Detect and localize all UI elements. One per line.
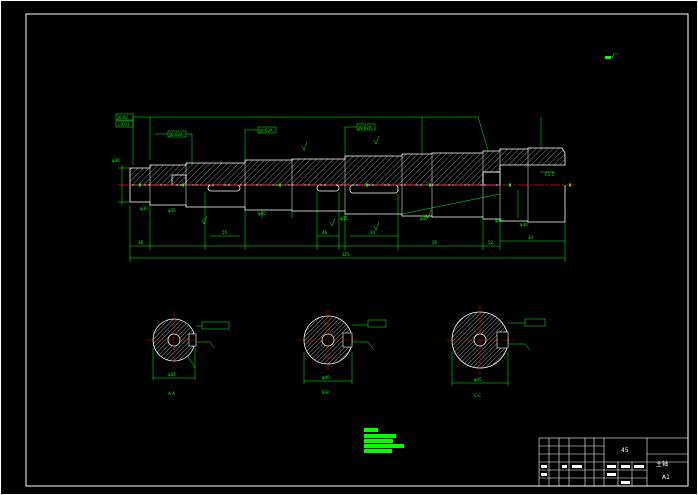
len-label-1: 38 (138, 240, 144, 245)
title-scale: A1 (662, 474, 670, 481)
roughness-note (605, 53, 617, 59)
title-material: 45 (621, 447, 629, 454)
section-view-a: φ30 A-A (146, 312, 230, 396)
len-label-5: 26 (432, 240, 438, 245)
dia-label-6: φ35 (495, 218, 503, 223)
section-c-dim: φ45 (474, 377, 482, 382)
tol-box-5: ∥0.02A (358, 125, 372, 130)
dimension-lines (115, 113, 566, 262)
tol-box-4: ∥0.02A (259, 128, 273, 133)
dia-label-3: φ40 (258, 211, 266, 216)
len-label-3: 46 (322, 230, 328, 235)
len-label-2: 55 (222, 230, 228, 235)
outer-border (0, 0, 698, 495)
dia-label-5: φ40 (420, 216, 428, 221)
groove-2 (482, 171, 501, 186)
dia-label-1: φ30 (140, 206, 148, 211)
section-view-c: φ45 C-C (446, 306, 546, 398)
keyway-2 (316, 184, 340, 192)
tol-box-2: ⊥0.01 (117, 122, 130, 127)
section-b-label: B-B (322, 390, 329, 395)
dia-label-2: φ35 (168, 208, 176, 213)
tol-box-1: ∥0.02 (117, 115, 128, 120)
dimension-texts: ∥0.02 ⊥0.01 ∥0.02A ∥0.02A ∥0.02A φ30 φ30… (112, 115, 555, 257)
tol-box-3: ∥0.02A (169, 132, 183, 137)
title-drawing-name: 主轴 (656, 460, 668, 468)
chamfer-label: C1.5 (545, 172, 555, 177)
keyway-3 (349, 184, 399, 194)
dia-label-4: φ45 (340, 216, 348, 221)
len-label-7: 34 (528, 235, 534, 240)
section-a-label: A-A (168, 391, 175, 396)
len-label-4: 34 (370, 230, 376, 235)
main-shaft-view (118, 147, 575, 223)
section-a-dim: φ30 (168, 372, 176, 377)
section-view-b: φ40 B-B (298, 310, 387, 395)
inner-border (25, 13, 689, 487)
section-c-label: C-C (474, 393, 481, 398)
keyway-1 (207, 184, 241, 192)
len-label-6: 52 (488, 240, 494, 245)
dia-label-7: φ30 (520, 222, 528, 227)
overall-length-label: 325 (342, 252, 350, 257)
left-dim-label: φ30 (112, 158, 120, 163)
technical-notes (364, 428, 404, 453)
cad-drawing-canvas: ∥0.02 ⊥0.01 ∥0.02A ∥0.02A ∥0.02A φ30 φ30… (0, 0, 698, 495)
section-b-dim: φ40 (322, 375, 330, 380)
title-block-fills (541, 465, 644, 484)
